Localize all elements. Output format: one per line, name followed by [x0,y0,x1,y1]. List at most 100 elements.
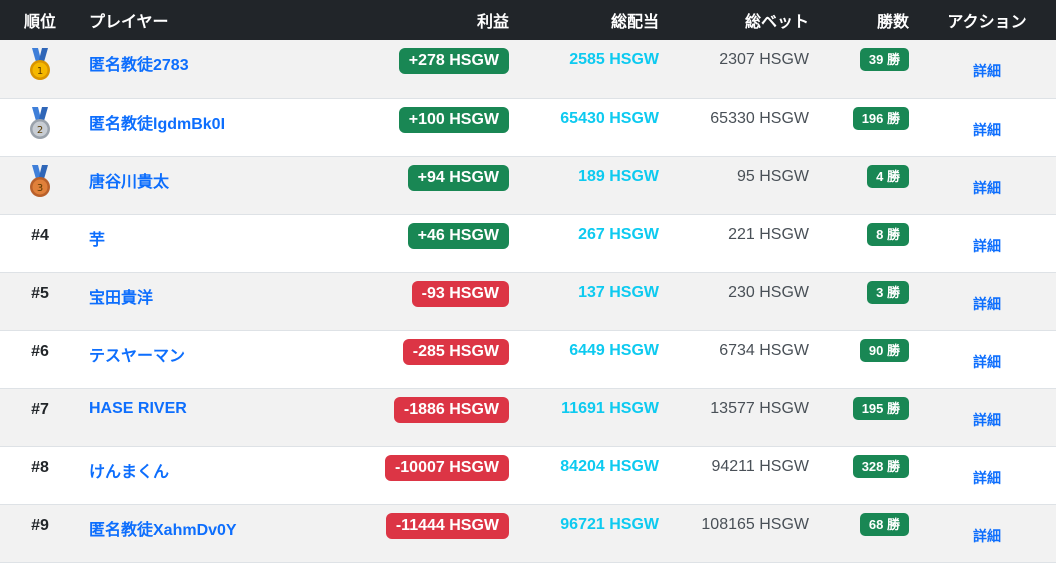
profit-cell: +278 HSGW [349,40,509,99]
rank-cell: #8 [0,446,80,505]
bet-value: 94211 HSGW [711,457,809,475]
profit-badge: -285 HSGW [402,338,509,365]
bet-cell: 6734 HSGW [659,330,809,389]
player-name-link[interactable]: 芋 [89,226,105,250]
wins-badge: 3 勝 [867,280,909,304]
wins-cell: 3 勝 [809,272,909,331]
player-name-link[interactable]: 匿名教徒2783 [89,51,189,75]
bet-value: 95 HSGW [736,167,809,185]
header-wins: 勝数 [876,14,909,31]
action-cell: 詳細 [909,330,1056,389]
profit-cell: -11444 HSGW [349,504,509,563]
detail-link[interactable]: 詳細 [973,410,1001,430]
rank-label: #5 [31,284,49,302]
wins-badge: 4 勝 [867,164,909,188]
profit-cell: +100 HSGW [349,98,509,157]
player-name-link[interactable]: HASE RIVER [89,400,187,418]
wins-badge: 196 勝 [852,106,909,130]
detail-link[interactable]: 詳細 [973,120,1001,140]
payout-value: 6449 HSGW [569,341,659,359]
profit-badge: +94 HSGW [407,164,509,191]
profit-cell: -1886 HSGW [349,388,509,447]
bronze-medal-icon: 3 [29,164,51,204]
rank-cell: #9 [0,504,80,563]
detail-link[interactable]: 詳細 [973,178,1001,198]
payout-value: 189 HSGW [578,167,659,185]
profit-cell: -93 HSGW [349,272,509,331]
table-row: #6 テスヤーマン -285 HSGW 6449 HSGW 6734 HSGW … [0,330,1056,389]
player-cell: 宝田貴洋 [80,272,349,331]
player-cell: HASE RIVER [80,388,349,447]
detail-link[interactable]: 詳細 [973,468,1001,488]
bet-cell: 95 HSGW [659,156,809,215]
table-row: #4 芋 +46 HSGW 267 HSGW 221 HSGW 8 勝 詳細 [0,214,1056,273]
payout-cell: 189 HSGW [509,156,659,215]
detail-link[interactable]: 詳細 [973,526,1001,546]
action-cell: 詳細 [909,156,1056,215]
payout-value: 84204 HSGW [560,457,659,475]
player-name-link[interactable]: 匿名教徒lgdmBk0I [89,110,225,134]
rank-cell: 1 [0,40,80,99]
wins-badge: 8 勝 [867,222,909,246]
bet-cell: 108165 HSGW [659,504,809,563]
svg-text:1: 1 [37,66,43,77]
detail-link[interactable]: 詳細 [973,61,1001,81]
player-name-link[interactable]: テスヤーマン [89,342,185,366]
header-profit: 利益 [476,14,509,31]
profit-badge: +46 HSGW [407,222,509,249]
svg-text:3: 3 [37,183,43,194]
bet-value: 230 HSGW [728,283,809,301]
header-rank: 順位 [23,14,56,31]
profit-cell: +94 HSGW [349,156,509,215]
payout-value: 137 HSGW [578,283,659,301]
profit-badge: +100 HSGW [398,106,509,133]
player-name-link[interactable]: 唐谷川貴太 [89,168,169,192]
player-name-link[interactable]: 宝田貴洋 [89,284,153,308]
player-cell: けんまくん [80,446,349,505]
wins-badge: 90 勝 [859,338,909,362]
action-cell: 詳細 [909,446,1056,505]
profit-badge: -1886 HSGW [393,396,509,423]
rank-label: #8 [31,458,49,476]
rank-cell: #7 [0,388,80,447]
payout-cell: 11691 HSGW [509,388,659,447]
wins-cell: 195 勝 [809,388,909,447]
action-cell: 詳細 [909,98,1056,157]
payout-value: 11691 HSGW [561,399,659,417]
profit-cell: -285 HSGW [349,330,509,389]
bet-value: 108165 HSGW [701,515,809,533]
payout-cell: 2585 HSGW [509,40,659,99]
player-cell: 匿名教徒2783 [80,40,349,99]
svg-text:2: 2 [37,125,43,136]
payout-cell: 137 HSGW [509,272,659,331]
leaderboard-table: 順位 プレイヤー 利益 総配当 総ベット 勝数 アクション 1 匿名教徒2783… [0,0,1056,563]
table-row: #9 匿名教徒XahmDv0Y -11444 HSGW 96721 HSGW 1… [0,504,1056,563]
table-row: 3 唐谷川貴太 +94 HSGW 189 HSGW 95 HSGW 4 勝 詳細 [0,156,1056,215]
rank-label: #7 [31,400,49,418]
player-name-link[interactable]: けんまくん [89,458,169,482]
action-cell: 詳細 [909,272,1056,331]
bet-cell: 94211 HSGW [659,446,809,505]
payout-cell: 84204 HSGW [509,446,659,505]
wins-cell: 39 勝 [809,40,909,99]
table-row: 1 匿名教徒2783 +278 HSGW 2585 HSGW 2307 HSGW… [0,40,1056,99]
rank-cell: 3 [0,156,80,215]
bet-cell: 221 HSGW [659,214,809,273]
detail-link[interactable]: 詳細 [973,294,1001,314]
gold-medal-icon: 1 [29,48,51,87]
wins-cell: 68 勝 [809,504,909,563]
wins-cell: 8 勝 [809,214,909,273]
payout-cell: 267 HSGW [509,214,659,273]
wins-badge: 328 勝 [852,454,909,478]
detail-link[interactable]: 詳細 [973,236,1001,256]
wins-badge: 68 勝 [859,512,909,536]
bet-cell: 65330 HSGW [659,98,809,157]
rank-label: #9 [31,516,49,534]
detail-link[interactable]: 詳細 [973,352,1001,372]
bet-value: 65330 HSGW [710,109,809,127]
action-cell: 詳細 [909,504,1056,563]
table-row: #7 HASE RIVER -1886 HSGW 11691 HSGW 1357… [0,388,1056,447]
wins-cell: 196 勝 [809,98,909,157]
player-name-link[interactable]: 匿名教徒XahmDv0Y [89,516,237,540]
table-row: 2 匿名教徒lgdmBk0I +100 HSGW 65430 HSGW 6533… [0,98,1056,157]
